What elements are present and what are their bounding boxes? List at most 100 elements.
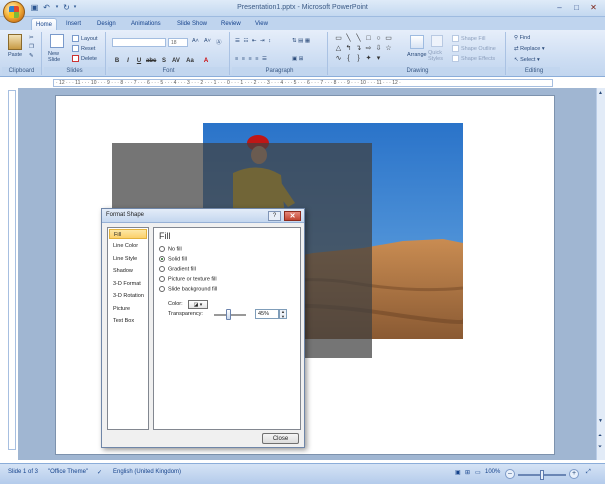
bullets-icon[interactable]: ☰ ☷ ⇤ ⇥ ↕ — [235, 38, 272, 44]
nav-3d-rotation[interactable]: 3-D Rotation — [109, 291, 147, 301]
shape-more-icon[interactable]: ▾ — [374, 55, 383, 62]
redo-icon[interactable]: ↻ — [62, 3, 71, 12]
strikethrough-icon[interactable]: abc — [146, 57, 156, 65]
select-button[interactable]: ↖ Select ▾ — [514, 57, 540, 63]
shape-arrow-icon[interactable]: ⇩ — [374, 45, 383, 52]
tab-view[interactable]: View — [251, 18, 272, 30]
undo-icon[interactable]: ↶ — [42, 3, 51, 12]
arrange-icon[interactable] — [410, 35, 424, 49]
picture-texture-fill-radio[interactable]: Picture or texture fill — [159, 276, 217, 282]
shape-star-icon[interactable]: ✦ — [364, 55, 373, 62]
quick-styles-icon[interactable] — [431, 35, 443, 47]
shape-curve-icon[interactable]: ∿ — [334, 55, 343, 62]
qat-customize-icon[interactable]: ▾ — [72, 3, 78, 12]
help-button[interactable]: ? — [268, 211, 281, 221]
office-button[interactable] — [3, 1, 25, 23]
tab-animations[interactable]: Animations — [127, 18, 165, 30]
scroll-down-icon[interactable]: ▼ — [598, 418, 603, 424]
nav-fill[interactable]: Fill — [109, 229, 147, 239]
shape-connector-icon[interactable]: ↴ — [354, 45, 363, 52]
cut-icon[interactable]: ✂ — [29, 35, 34, 41]
transparency-input[interactable]: 45% — [255, 309, 279, 319]
prev-slide-icon[interactable]: ⏶ — [598, 433, 602, 439]
case-icon[interactable]: Aa — [186, 57, 194, 65]
tab-slide-show[interactable]: Slide Show — [173, 18, 211, 30]
find-button[interactable]: ⚲ Find — [514, 35, 530, 41]
paste-icon[interactable] — [8, 34, 22, 50]
nav-picture[interactable]: Picture — [109, 304, 147, 314]
shape-star-icon[interactable]: ☆ — [384, 45, 393, 52]
shrink-font-icon[interactable]: A˅ — [204, 38, 211, 44]
layout-button[interactable]: Layout — [72, 35, 98, 42]
tab-review[interactable]: Review — [217, 18, 245, 30]
smartart-icon[interactable]: ▣ ⊞ — [292, 56, 303, 62]
format-painter-icon[interactable]: ✎ — [29, 53, 34, 59]
shape-arrow-icon[interactable]: ⇨ — [364, 45, 373, 52]
zoom-out-icon[interactable]: – — [505, 469, 515, 479]
gradient-fill-radio[interactable]: Gradient fill — [159, 266, 196, 272]
nav-line-color[interactable]: Line Color — [109, 241, 147, 251]
save-icon[interactable]: ▣ — [30, 3, 39, 12]
nav-3d-format[interactable]: 3-D Format — [109, 279, 147, 289]
spelling-icon[interactable]: ✓ — [97, 469, 102, 476]
zoom-slider-thumb[interactable] — [540, 470, 544, 480]
shape-oval-icon[interactable]: ○ — [374, 35, 383, 42]
clear-format-icon[interactable]: Ⓐ — [216, 38, 222, 46]
zoom-level[interactable]: 100% — [485, 469, 500, 475]
shape-fill-button[interactable]: Shape Fill — [452, 35, 485, 42]
vertical-scrollbar[interactable]: ▲ ▼ ⏶ ⏷ — [596, 88, 605, 460]
chevron-down-icon[interactable]: ▾ — [54, 3, 60, 12]
slide-sorter-icon[interactable]: ⊞ — [465, 469, 470, 476]
nav-shadow[interactable]: Shadow — [109, 266, 147, 276]
shape-brace-icon[interactable]: { — [344, 55, 353, 62]
shape-brace-icon[interactable]: } — [354, 55, 363, 62]
nav-line-style[interactable]: Line Style — [109, 254, 147, 264]
no-fill-radio[interactable]: No fill — [159, 246, 182, 252]
tab-design[interactable]: Design — [93, 18, 120, 30]
shape-effects-button[interactable]: Shape Effects — [452, 55, 495, 62]
color-picker-button[interactable]: ◪ ▾ — [188, 300, 208, 309]
grow-font-icon[interactable]: A˄ — [192, 38, 199, 44]
copy-icon[interactable]: ❐ — [29, 44, 34, 50]
language[interactable]: English (United Kingdom) — [113, 469, 181, 475]
shape-triangle-icon[interactable]: △ — [334, 45, 343, 52]
dialog-title-bar[interactable]: Format Shape ? ✕ — [102, 209, 304, 223]
solid-fill-radio[interactable]: Solid fill — [159, 256, 187, 262]
shadow-icon[interactable]: S — [160, 57, 168, 65]
nav-text-box[interactable]: Text Box — [109, 316, 147, 326]
transparency-slider-thumb[interactable] — [226, 309, 231, 320]
slide-show-icon[interactable]: ▭ — [475, 469, 481, 476]
font-size-box[interactable]: 18 — [168, 38, 188, 47]
minimize-button[interactable]: – — [551, 2, 568, 14]
shape-line-icon[interactable]: ╲ — [344, 35, 353, 42]
shape-rect-icon[interactable]: ▭ — [384, 35, 393, 42]
quick-styles-button[interactable]: Quick Styles — [428, 50, 448, 62]
text-direction-icon[interactable]: ⇅ ▤ ▦ — [292, 38, 310, 44]
shape-outline-button[interactable]: Shape Outline — [452, 45, 496, 52]
shape-connector-icon[interactable]: ↰ — [344, 45, 353, 52]
normal-view-icon[interactable]: ▣ — [455, 469, 461, 476]
slide-background-fill-radio[interactable]: Slide background fill — [159, 286, 217, 292]
maximize-button[interactable]: □ — [568, 2, 585, 14]
reset-button[interactable]: Reset — [72, 45, 95, 52]
shape-rect-icon[interactable]: □ — [364, 35, 373, 42]
tab-home[interactable]: Home — [31, 18, 58, 30]
spacing-icon[interactable]: AV — [172, 57, 180, 65]
align-icons[interactable]: ≡ ≡ ≡ ≡ ☰ — [235, 56, 268, 62]
new-slide-icon[interactable] — [50, 34, 64, 48]
scroll-up-icon[interactable]: ▲ — [598, 90, 603, 96]
italic-icon[interactable]: I — [124, 57, 132, 65]
underline-icon[interactable]: U — [135, 57, 143, 65]
font-color-icon[interactable]: A — [202, 57, 210, 65]
fit-to-window-icon[interactable]: ⤢ — [586, 469, 591, 476]
delete-button[interactable]: Delete — [72, 55, 97, 62]
new-slide-button[interactable]: New Slide — [48, 51, 68, 63]
transparency-spinner[interactable]: ▲ ▼ — [279, 309, 287, 319]
next-slide-icon[interactable]: ⏷ — [598, 444, 602, 450]
dialog-close-icon[interactable]: ✕ — [284, 211, 301, 221]
font-name-box[interactable] — [112, 38, 166, 47]
bold-icon[interactable]: B — [113, 57, 121, 65]
shape-rect-icon[interactable]: ▭ — [334, 35, 343, 42]
arrange-button[interactable]: Arrange — [407, 52, 427, 58]
paste-button[interactable]: Paste — [8, 52, 22, 58]
